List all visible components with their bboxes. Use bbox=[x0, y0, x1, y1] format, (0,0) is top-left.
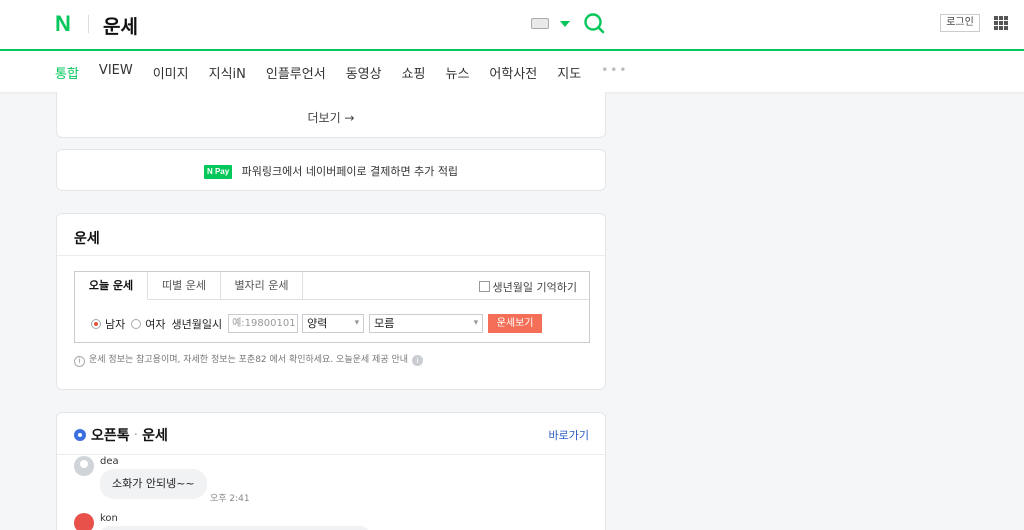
female-label: 여자 bbox=[145, 317, 166, 331]
fortune-card: 운세 오늘 운세 띠별 운세 별자리 운세 생년월일 기억하기 남자 여자 생년… bbox=[56, 213, 606, 390]
openchat-title: 오픈톡 bbox=[91, 428, 130, 444]
message-bubble: 소화가 안되넹~~ bbox=[100, 469, 207, 499]
info-icon: i bbox=[74, 356, 85, 367]
divider bbox=[57, 255, 605, 256]
naverpay-text: 파워링크에서 네이버페이로 결제하면 추가 적립 bbox=[241, 165, 459, 178]
birth-time-select[interactable]: 모름 bbox=[369, 314, 484, 333]
npay-badge: N Pay bbox=[203, 165, 233, 179]
remember-birthdate[interactable]: 생년월일 기억하기 bbox=[478, 279, 577, 295]
tab-video[interactable]: 동영상 bbox=[346, 63, 382, 82]
tab-view[interactable]: VIEW bbox=[99, 63, 133, 82]
search-query[interactable]: 운세 bbox=[103, 12, 138, 39]
fortune-submit-button[interactable]: 운세보기 bbox=[488, 314, 543, 333]
message-time: 오후 2:41 bbox=[210, 494, 250, 504]
calendar-select[interactable]: 양력 bbox=[302, 314, 365, 333]
openchat-topic: 운세 bbox=[142, 428, 168, 444]
search-icon[interactable] bbox=[583, 12, 605, 34]
keyboard-icon[interactable] bbox=[531, 18, 549, 29]
caret-down-icon[interactable] bbox=[560, 21, 570, 27]
apps-grid-icon[interactable] bbox=[994, 16, 1008, 30]
remember-label: 생년월일 기억하기 bbox=[492, 281, 577, 294]
more-tabs-icon[interactable]: ••• bbox=[601, 63, 628, 82]
openchat-header: 오픈톡 · 운세 bbox=[74, 425, 168, 445]
login-button[interactable]: 로그인 bbox=[940, 14, 980, 32]
birth-label: 생년월일시 bbox=[171, 317, 223, 331]
fortune-tabbox: 오늘 운세 띠별 운세 별자리 운세 생년월일 기억하기 남자 여자 생년월일시… bbox=[74, 271, 590, 343]
search-tabs: 통합 VIEW 이미지 지식iN 인플루언서 동영상 쇼핑 뉴스 어학사전 지도… bbox=[0, 49, 1024, 92]
info-icon[interactable]: i bbox=[412, 355, 424, 366]
notice-text: 운세 정보는 참고용이며, 자세한 정보는 포춘82 에서 확인하세요. 오늘운… bbox=[89, 355, 409, 365]
tab-news[interactable]: 뉴스 bbox=[446, 63, 470, 82]
message-username: kon bbox=[100, 513, 118, 524]
message-username: dea bbox=[100, 456, 119, 467]
remember-checkbox[interactable] bbox=[478, 281, 490, 292]
tab-constellation-fortune[interactable]: 별자리 운세 bbox=[221, 272, 303, 300]
tab-influencer[interactable]: 인플루언서 bbox=[266, 63, 326, 82]
tab-kin[interactable]: 지식iN bbox=[209, 63, 246, 82]
more-link[interactable]: 더보기 → bbox=[57, 109, 605, 126]
tab-shopping[interactable]: 쇼핑 bbox=[402, 63, 426, 82]
fortune-form: 남자 여자 생년월일시 예:19800101 양력 모름 운세보기 bbox=[91, 314, 543, 333]
tab-image[interactable]: 이미지 bbox=[153, 63, 189, 82]
male-radio[interactable] bbox=[91, 318, 101, 329]
female-radio[interactable] bbox=[131, 318, 142, 329]
naver-logo[interactable]: N bbox=[55, 11, 71, 37]
tab-dictionary[interactable]: 어학사전 bbox=[489, 63, 537, 82]
naverpay-banner[interactable]: N Pay 파워링크에서 네이버페이로 결제하면 추가 적립 bbox=[56, 149, 606, 191]
openchat-icon bbox=[74, 429, 86, 441]
avatar bbox=[74, 456, 94, 476]
fortune-title: 운세 bbox=[74, 231, 100, 247]
tab-map[interactable]: 지도 bbox=[557, 63, 581, 82]
tab-today-fortune[interactable]: 오늘 운세 bbox=[75, 272, 148, 300]
logo-divider bbox=[88, 15, 89, 33]
fortune-notice: i 운세 정보는 참고용이며, 자세한 정보는 포춘82 에서 확인하세요. 오늘… bbox=[74, 352, 424, 367]
shortcut-link[interactable]: 바로가기 bbox=[549, 427, 589, 443]
male-label: 남자 bbox=[105, 317, 126, 331]
openchat-card: 오픈톡 · 운세 바로가기 dea 소화가 안되넹~~ 오후 2:41 kon bbox=[56, 412, 606, 530]
message-bubble bbox=[100, 526, 370, 530]
separator-dot: · bbox=[133, 427, 139, 443]
tab-integrated[interactable]: 통합 bbox=[55, 63, 79, 82]
tab-zodiac-fortune[interactable]: 띠별 운세 bbox=[148, 272, 221, 300]
header: N 운세 로그인 bbox=[0, 0, 1024, 49]
avatar bbox=[74, 513, 94, 530]
birthdate-input[interactable]: 예:19800101 bbox=[228, 314, 299, 333]
divider bbox=[57, 454, 605, 455]
more-card: 더보기 → bbox=[56, 92, 606, 138]
